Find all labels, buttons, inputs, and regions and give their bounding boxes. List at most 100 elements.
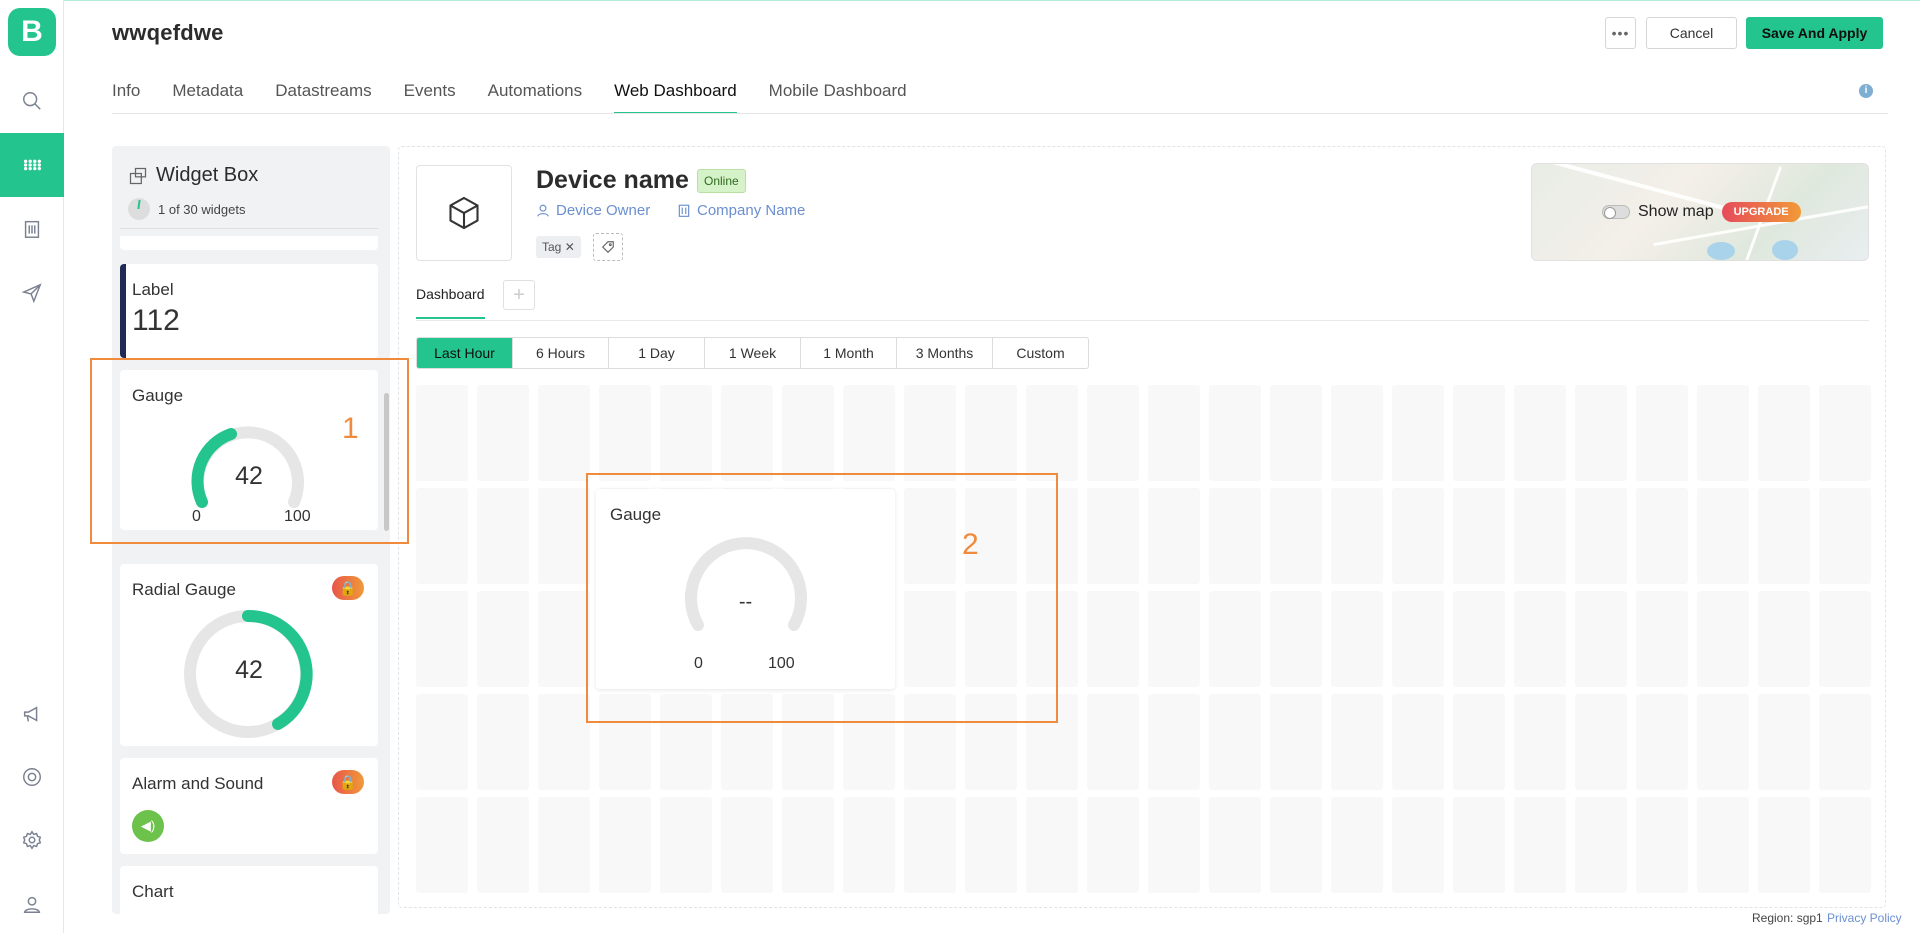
tag-chip[interactable]: Tag ✕ [536,236,581,258]
info-icon[interactable]: i [1859,84,1873,98]
save-and-apply-button[interactable]: Save And Apply [1746,17,1883,49]
tab-datastreams[interactable]: Datastreams [275,80,371,114]
label-widget-card[interactable]: Label 112 [120,264,378,358]
app-logo[interactable]: B [8,8,56,56]
label-widget-title: Label [132,280,174,299]
tabs-divider [112,113,1888,114]
alarm-widget-title: Alarm and Sound [132,774,264,793]
grid-cell [477,797,529,893]
range-last-hour[interactable]: Last Hour [417,338,513,368]
range-6-hours[interactable]: 6 Hours [513,338,609,368]
tab-web-dashboard[interactable]: Web Dashboard [614,80,737,114]
device-name: Device name [536,166,689,194]
grid-cell [477,488,529,584]
building-icon[interactable] [0,197,64,261]
privacy-policy-link[interactable]: Privacy Policy [1827,911,1902,925]
grid-cell [1209,797,1261,893]
grid-cell [1575,591,1627,687]
grid-cell [1331,488,1383,584]
company-name-label: Company Name [697,202,806,219]
grid-cell [477,385,529,481]
grid-cell [1758,694,1810,790]
search-icon[interactable] [0,69,64,133]
user-icon [537,204,549,217]
tag-icon [601,241,614,254]
range-1-day[interactable]: 1 Day [609,338,705,368]
device-owner-link[interactable]: Device Owner [536,202,650,219]
upgrade-badge[interactable]: UPGRADE [1721,202,1801,222]
grid-cell [538,591,590,687]
tag-label: Tag [542,240,562,254]
range-custom[interactable]: Custom [993,338,1088,368]
cancel-button[interactable]: Cancel [1646,17,1737,49]
grid-cell [1148,385,1200,481]
grid-cell [1514,385,1566,481]
top-accent-line [64,0,1920,1]
user-icon[interactable] [0,872,64,936]
alarm-sound-widget-card[interactable]: Alarm and Sound 🔒 ◀) [120,758,378,854]
show-map-control: Show map UPGRADE [1602,202,1801,222]
company-name-link[interactable]: Company Name [677,202,805,219]
grid-cell [1636,385,1688,481]
grid-cell [1819,694,1871,790]
grid-cell [1819,797,1871,893]
range-1-month[interactable]: 1 Month [801,338,897,368]
grid-cell [721,797,773,893]
grid-cell [1453,385,1505,481]
megaphone-icon[interactable] [0,682,64,746]
grid-cell [1697,385,1749,481]
grid-cell [782,797,834,893]
grid-cell [1209,694,1261,790]
tab-metadata[interactable]: Metadata [172,80,243,114]
grid-icon[interactable] [0,133,64,197]
grid-cell [660,385,712,481]
grid-cell [1270,385,1322,481]
range-3-months[interactable]: 3 Months [897,338,993,368]
grid-cell [1270,797,1322,893]
time-range-selector: Last Hour 6 Hours 1 Day 1 Week 1 Month 3… [416,337,1089,369]
grid-cell [1575,488,1627,584]
gear-icon[interactable] [0,808,64,872]
close-icon[interactable]: ✕ [565,240,575,254]
grid-cell [1270,488,1322,584]
status-badge: Online [697,169,746,193]
widget-box-icon [129,167,147,184]
tab-automations[interactable]: Automations [488,80,583,114]
grid-cell [538,694,590,790]
lock-icon: 🔒 [332,576,364,600]
grid-cell [660,797,712,893]
tab-info[interactable]: Info [112,80,140,114]
more-options-button[interactable]: ••• [1605,17,1636,49]
sidebar: B [0,0,64,933]
tab-dashboard[interactable]: Dashboard [416,286,485,319]
widget-box-title: Widget Box [156,164,259,186]
send-icon[interactable] [0,261,64,325]
grid-cell [843,385,895,481]
widget-card-partial[interactable] [120,236,378,250]
tab-mobile-dashboard[interactable]: Mobile Dashboard [769,80,907,114]
label-widget-value: 112 [132,304,180,337]
device-owner-label: Device Owner [556,202,651,219]
tab-bar: Info Metadata Datastreams Events Automat… [112,80,939,114]
grid-cell [1697,694,1749,790]
tab-events[interactable]: Events [404,80,456,114]
chart-widget-card[interactable]: Chart [120,866,378,914]
range-1-week[interactable]: 1 Week [705,338,801,368]
grid-cell [1758,797,1810,893]
show-map-toggle[interactable] [1602,205,1630,219]
lifebuoy-icon[interactable] [0,745,64,809]
add-dashboard-tab-button[interactable]: + [503,280,535,310]
grid-cell [1575,694,1627,790]
widget-count-label: 1 of 30 widgets [158,201,246,217]
grid-cell [1209,591,1261,687]
grid-cell [843,797,895,893]
map-preview[interactable]: Show map UPGRADE [1531,163,1869,261]
grid-cell [416,797,468,893]
grid-cell [1270,694,1322,790]
add-tag-button[interactable] [593,233,623,261]
show-map-label: Show map [1638,203,1714,220]
grid-cell [1392,694,1444,790]
widget-box-header: Widget Box [128,164,258,187]
grid-cell [1087,797,1139,893]
radial-gauge-widget-card[interactable]: Radial Gauge 🔒 42 [120,564,378,746]
